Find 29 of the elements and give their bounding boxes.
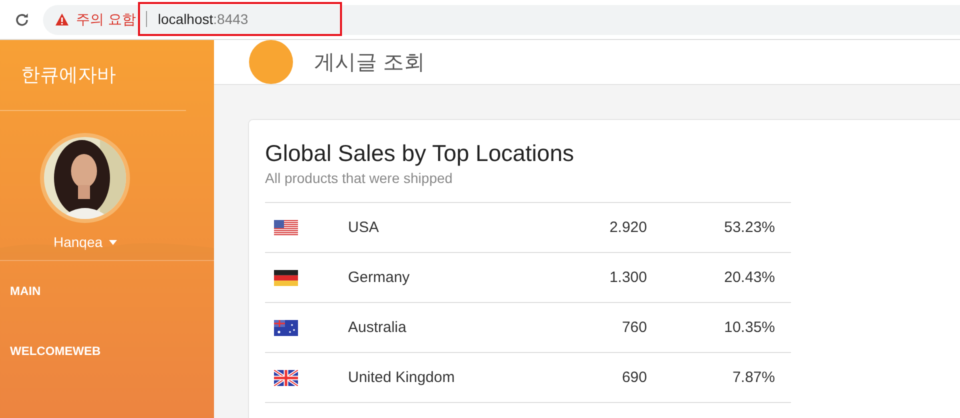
user-menu[interactable]: Hanqea (51, 232, 119, 252)
card-title: Global Sales by Top Locations (265, 140, 575, 167)
card-subtitle: All products that were shipped (265, 170, 454, 186)
reload-icon[interactable] (14, 12, 30, 28)
us-flag-icon (274, 220, 298, 236)
share-cell-text: 10.35% (723, 319, 776, 336)
sales-cell-text: 690 (620, 369, 647, 386)
logo-circle (249, 40, 293, 84)
country-cell-text: USA (348, 219, 380, 236)
nav-item[interactable]: WELCOMEWEB (0, 321, 214, 381)
sales-cell-text: 760 (620, 319, 647, 336)
page-title: 게시글 조회 (314, 50, 425, 76)
australian-flag-icon (274, 320, 298, 336)
share-cell-text: 7.87% (731, 369, 776, 386)
sales-cell-text: 2.920 (608, 219, 647, 236)
share-cell-text: 20.43% (723, 269, 776, 286)
german-flag-icon (274, 270, 298, 286)
nav-item[interactable]: MAIN (0, 261, 214, 321)
country-cell-text: United Kingdom (348, 369, 456, 386)
address-bar[interactable]: 주의 요함 localhost:8443 (43, 4, 960, 34)
security-warning: 주의 요함 (76, 10, 136, 28)
sales-cell-text: 1.300 (608, 269, 647, 286)
brand-title[interactable]: 한큐에자바 (0, 40, 186, 111)
country-cell-text: Australia (348, 319, 408, 336)
share-cell-text: 53.23% (723, 219, 776, 236)
british-flag-icon (274, 370, 298, 386)
warning-icon (55, 13, 69, 26)
url-text: localhost:8443 (158, 10, 248, 26)
country-cell-text: Germany (348, 269, 411, 286)
